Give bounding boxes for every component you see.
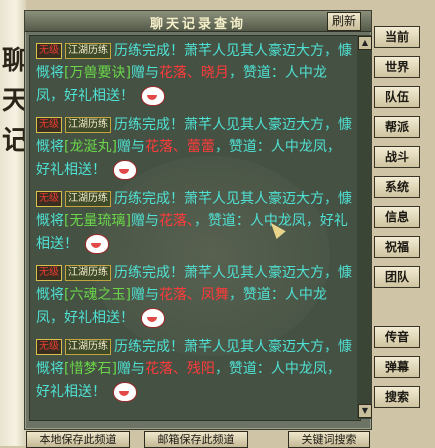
channel-button-system[interactable]: 系统: [374, 176, 420, 198]
chat-log-area[interactable]: 无级 江湖历练 历练完成！萧芊人见其人豪迈大方，慷慨将[万兽要诀]赠与花落、晓月，赞…: [29, 35, 361, 421]
chat-scrollbar[interactable]: ▲ ▼: [357, 35, 372, 419]
player-name-link[interactable]: 花落、蕾蕾: [145, 139, 215, 155]
message-text: 赠与: [130, 65, 159, 81]
chat-message: 无级 江湖历练 历练完成！萧芊人见其人豪迈大方，慷慨将[万兽要诀]赠与花落、晓月，赞…: [36, 40, 354, 107]
keyword-search-button[interactable]: 关键词搜索: [288, 431, 370, 448]
refresh-button[interactable]: 刷新: [327, 12, 361, 31]
save-local-button[interactable]: 本地保存此频道: [26, 431, 130, 448]
channel-button-team[interactable]: 队伍: [374, 86, 420, 108]
channel-button-world[interactable]: 世界: [374, 56, 420, 78]
calligraphy-glyph: 聊: [2, 46, 29, 76]
item-link[interactable]: [惜梦石]: [64, 361, 117, 377]
channel-button-group[interactable]: 团队: [374, 266, 420, 288]
channel-tag[interactable]: 江湖历练: [65, 339, 111, 355]
item-link[interactable]: [无量琉璃]: [64, 213, 131, 229]
message-text: 赠与: [116, 139, 145, 155]
player-name-link[interactable]: 花落、凤舞: [159, 287, 229, 303]
panel-title: 聊天记录查询: [149, 17, 246, 32]
emote-icon: [138, 306, 166, 328]
channel-button-blessing[interactable]: 祝福: [374, 236, 420, 258]
emote-icon: [110, 380, 138, 402]
rank-tag: 无级: [36, 339, 62, 355]
channel-tag[interactable]: 江湖历练: [65, 265, 111, 281]
channel-tag[interactable]: 江湖历练: [65, 43, 111, 59]
message-text: 赠与: [130, 213, 159, 229]
rank-tag: 无级: [36, 191, 62, 207]
panel-titlebar: 聊天记录查询 刷新: [25, 11, 371, 32]
channel-tag[interactable]: 江湖历练: [65, 191, 111, 207]
message-text: 赠与: [130, 287, 159, 303]
scroll-down-arrow-icon[interactable]: ▼: [358, 404, 372, 418]
chat-message: 无级 江湖历练 历练完成！萧芊人见其人豪迈大方，慷慨将[六魂之玉]赠与花落、凤舞，赞…: [36, 262, 354, 329]
player-name-link[interactable]: 花落、晓月: [159, 65, 229, 81]
message-text: 赠与: [116, 361, 145, 377]
channel-button-current[interactable]: 当前: [374, 26, 420, 48]
rank-tag: 无级: [36, 43, 62, 59]
emote-icon: [110, 158, 138, 180]
emote-icon: [138, 84, 166, 106]
chat-message: 无级 江湖历练 历练完成！萧芊人见其人豪迈大方，慷慨将[惜梦石]赠与花落、残阳，赞道…: [36, 336, 354, 403]
player-name-link[interactable]: 花落、残阳: [145, 361, 215, 377]
item-link[interactable]: [万兽要诀]: [64, 65, 131, 81]
save-mail-button[interactable]: 邮箱保存此频道: [144, 431, 248, 448]
chat-message: 无级 江湖历练 历练完成！萧芊人见其人豪迈大方，慷慨将[龙涎丸]赠与花落、蕾蕾，赞道…: [36, 114, 354, 181]
item-link[interactable]: [龙涎丸]: [64, 139, 117, 155]
rank-tag: 无级: [36, 117, 62, 133]
left-calligraphy-strip: 聊 天 记: [0, 0, 29, 446]
item-link[interactable]: [六魂之玉]: [64, 287, 131, 303]
calligraphy-glyph: 记: [2, 126, 29, 156]
rank-tag: 无级: [36, 265, 62, 281]
player-name-link[interactable]: 花落、: [159, 213, 194, 229]
channel-button-guild[interactable]: 帮派: [374, 116, 420, 138]
chat-message: 无级 江湖历练 历练完成！萧芊人见其人豪迈大方，慷慨将[无量琉璃]赠与花落、，赞道：…: [36, 188, 354, 255]
search-button[interactable]: 搜索: [374, 386, 420, 408]
channel-button-combat[interactable]: 战斗: [374, 146, 420, 168]
channel-button-whisper[interactable]: 传音: [374, 326, 420, 348]
channel-button-info[interactable]: 信息: [374, 206, 420, 228]
calligraphy-glyph: 天: [2, 86, 29, 116]
channel-button-danmaku[interactable]: 弹幕: [374, 356, 420, 378]
chat-record-panel: 聊天记录查询 刷新 无级 江湖历练 历练完成！萧芊人见其人豪迈大方，慷慨将[万兽要诀…: [24, 10, 372, 430]
scroll-up-arrow-icon[interactable]: ▲: [358, 36, 372, 50]
emote-icon: [82, 232, 110, 254]
channel-tag[interactable]: 江湖历练: [65, 117, 111, 133]
